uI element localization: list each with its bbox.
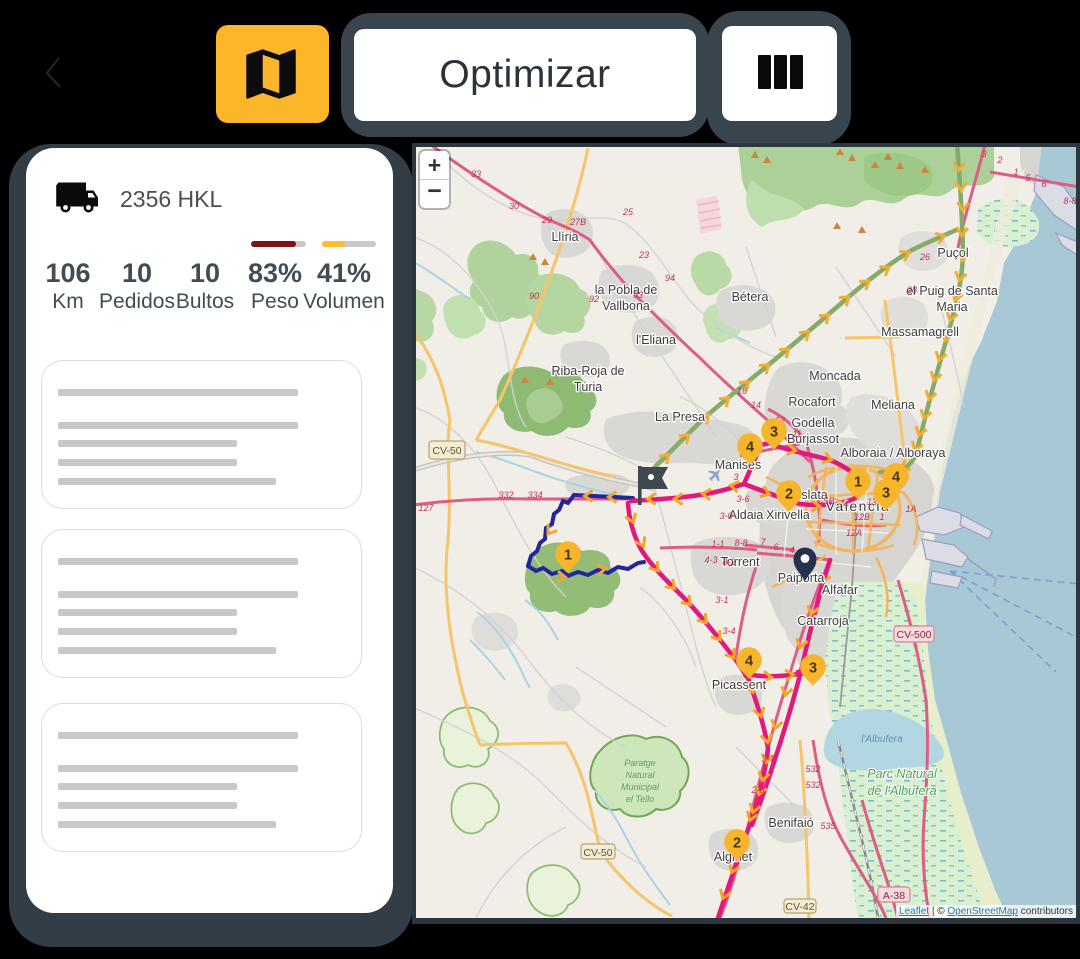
svg-text:de l'Albufera: de l'Albufera	[867, 784, 936, 798]
svg-text:A-38: A-38	[883, 890, 905, 902]
svg-text:el Puig de Santa: el Puig de Santa	[906, 284, 998, 298]
svg-text:la Pobla de: la Pobla de	[595, 283, 658, 297]
svg-text:23: 23	[638, 250, 649, 260]
svg-text:26: 26	[919, 252, 930, 262]
svg-text:1: 1	[879, 512, 884, 522]
svg-text:3-1: 3-1	[715, 595, 728, 605]
svg-text:3-4: 3-4	[722, 626, 735, 636]
svg-text:l'Albufera: l'Albufera	[861, 734, 903, 745]
svg-text:Moncada: Moncada	[809, 369, 860, 383]
svg-text:93: 93	[633, 290, 643, 300]
svg-text:Vallbona: Vallbona	[602, 299, 650, 313]
svg-text:2-8: 2-8	[750, 785, 764, 795]
svg-text:535: 535	[820, 821, 836, 831]
svg-text:La Presa: La Presa	[655, 410, 705, 424]
svg-text:3-6: 3-6	[736, 494, 749, 504]
svg-text:Picassent: Picassent	[712, 678, 767, 692]
svg-text:28: 28	[906, 285, 917, 295]
svg-text:2: 2	[785, 487, 793, 503]
svg-text:6: 6	[773, 542, 778, 552]
svg-text:3: 3	[770, 425, 778, 441]
svg-text:Municipal: Municipal	[621, 782, 660, 792]
svg-text:532: 532	[805, 764, 820, 774]
svg-text:3-0: 3-0	[719, 511, 732, 521]
svg-text:90: 90	[529, 291, 539, 301]
svg-text:5B: 5B	[823, 496, 834, 506]
svg-text:8-8: 8-8	[734, 538, 747, 548]
svg-text:Catarroja: Catarroja	[797, 614, 848, 628]
svg-text:Riba-Roja de: Riba-Roja de	[552, 364, 625, 378]
svg-text:25: 25	[622, 207, 634, 217]
svg-text:11: 11	[792, 429, 801, 439]
svg-text:16: 16	[737, 386, 747, 396]
svg-text:4: 4	[745, 654, 753, 670]
svg-text:1A: 1A	[905, 504, 916, 514]
svg-text:334: 334	[527, 490, 542, 500]
svg-text:Llíria: Llíria	[551, 230, 578, 244]
svg-text:CV-500: CV-500	[896, 629, 931, 641]
svg-text:2: 2	[996, 155, 1002, 165]
svg-text:Bétera: Bétera	[732, 290, 769, 304]
svg-text:332: 332	[498, 490, 513, 500]
svg-text:8-8: 8-8	[1063, 196, 1076, 206]
svg-text:4: 4	[746, 440, 754, 456]
svg-text:27B: 27B	[569, 217, 586, 227]
svg-text:Rocafort: Rocafort	[788, 395, 836, 409]
svg-text:Alfafar: Alfafar	[822, 583, 858, 597]
svg-text:CV-50: CV-50	[583, 847, 612, 859]
svg-text:1: 1	[564, 548, 572, 564]
svg-text:3: 3	[882, 486, 890, 502]
svg-text:94: 94	[665, 273, 675, 283]
svg-text:CV-42: CV-42	[785, 901, 814, 913]
svg-text:el Tello: el Tello	[626, 794, 654, 804]
svg-text:Meliana: Meliana	[871, 398, 915, 412]
svg-text:CV-50: CV-50	[432, 445, 461, 457]
svg-text:30: 30	[509, 201, 519, 211]
svg-text:3: 3	[733, 472, 738, 482]
svg-text:3: 3	[981, 149, 986, 159]
svg-text:33: 33	[471, 169, 481, 179]
svg-text:3: 3	[809, 661, 817, 677]
svg-text:8-2: 8-2	[722, 557, 735, 567]
svg-text:14: 14	[751, 400, 761, 410]
svg-text:Alboraia / Alboraya: Alboraia / Alboraya	[841, 446, 946, 460]
svg-text:1: 1	[1013, 167, 1018, 177]
svg-text:4-3: 4-3	[704, 555, 717, 565]
svg-text:Godella: Godella	[791, 416, 834, 430]
svg-text:Puçol: Puçol	[937, 246, 968, 260]
svg-text:Paratge: Paratge	[624, 758, 656, 768]
svg-text:4: 4	[789, 545, 794, 555]
svg-text:l'Eliana: l'Eliana	[636, 333, 676, 347]
svg-text:Parc Natural: Parc Natural	[867, 767, 938, 781]
svg-text:3-7: 3-7	[761, 754, 775, 764]
svg-text:29: 29	[541, 215, 552, 225]
svg-text:1: 1	[854, 475, 862, 491]
svg-text:Túria: Túria	[574, 380, 603, 394]
svg-text:Benifaió: Benifaió	[768, 816, 813, 830]
svg-text:Maria: Maria	[936, 300, 967, 314]
svg-text:4: 4	[843, 499, 848, 509]
svg-text:12A: 12A	[846, 528, 862, 538]
svg-text:6: 6	[1041, 179, 1046, 189]
svg-text:12B: 12B	[854, 512, 870, 522]
svg-text:532: 532	[805, 780, 820, 790]
svg-text:127: 127	[418, 503, 434, 513]
svg-text:Massamagrell: Massamagrell	[881, 325, 959, 339]
svg-text:1-1: 1-1	[711, 539, 724, 549]
svg-text:Natural: Natural	[625, 770, 655, 780]
svg-text:92: 92	[589, 294, 599, 304]
svg-text:Aldaia: Aldaia	[729, 508, 764, 522]
svg-text:2: 2	[733, 836, 741, 852]
